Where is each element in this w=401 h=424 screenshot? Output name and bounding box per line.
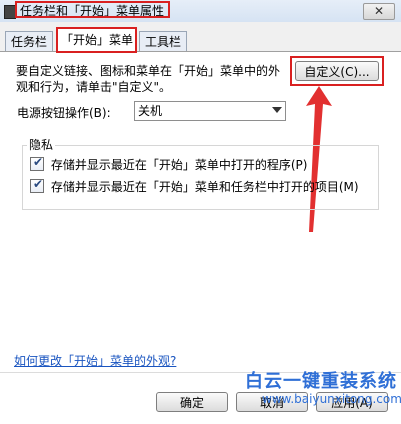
close-button[interactable]: ✕ xyxy=(363,3,395,20)
ok-button[interactable]: 确定 xyxy=(156,392,228,412)
watermark-url: www.baiyunxitong.com xyxy=(262,392,401,406)
chevron-down-icon xyxy=(272,107,282,113)
power-button-value: 关机 xyxy=(138,104,163,118)
power-button-label: 电源按钮操作(B): xyxy=(17,106,111,120)
store-items-label: 存储并显示最近在「开始」菜单和任务栏中打开的项目(M) xyxy=(50,180,359,194)
tab-annotation-box xyxy=(56,27,137,53)
help-link[interactable]: 如何更改「开始」菜单的外观? xyxy=(14,352,176,369)
store-programs-checkbox[interactable]: ✔ xyxy=(30,155,44,171)
tab-taskbar[interactable]: 任务栏 xyxy=(5,31,53,52)
watermark-title: 白云一键重装系统 xyxy=(245,371,397,392)
start-menu-description: 要自定义链接、图标和菜单在「开始」菜单中的外观和行为，请单击"自定义"。 xyxy=(16,64,281,94)
privacy-group-title: 隐私 xyxy=(27,136,56,153)
title-annotation-box xyxy=(15,1,170,18)
power-button-select[interactable]: 关机 xyxy=(134,101,286,121)
store-programs-row[interactable]: ✔ 存储并显示最近在「开始」菜单中打开的程序(P) xyxy=(30,156,307,173)
store-items-row[interactable]: ✔ 存储并显示最近在「开始」菜单和任务栏中打开的项目(M) xyxy=(30,178,359,195)
checkmark-icon: ✔ xyxy=(33,177,44,191)
store-programs-label: 存储并显示最近在「开始」菜单中打开的程序(P) xyxy=(50,158,308,172)
store-items-checkbox[interactable]: ✔ xyxy=(30,177,44,193)
checkmark-icon: ✔ xyxy=(33,155,44,169)
customize-annotation-box xyxy=(290,56,384,86)
tab-toolbars[interactable]: 工具栏 xyxy=(139,31,187,52)
